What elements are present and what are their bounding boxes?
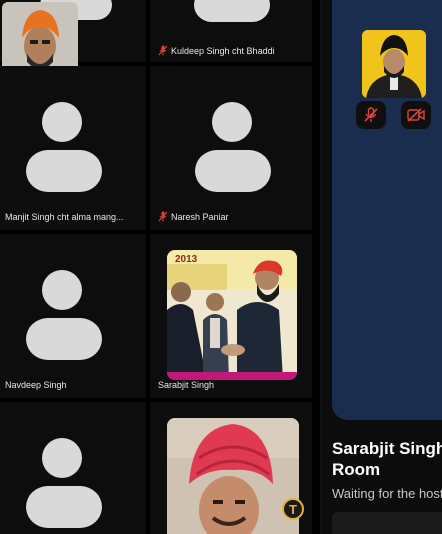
participant-grid: Kuldeep Singh cht Bhaddi Manjit Singh ch… [0,0,320,534]
avatar [212,102,252,142]
join-button[interactable] [332,512,442,534]
video-off-icon [407,108,425,122]
participant-name: Sarabjit Singh [158,380,215,390]
participant-video-image [167,418,299,534]
host-photo [362,30,426,98]
mic-off-icon [364,107,378,122]
participant-tile-sarabjit[interactable]: 2013 Sarabjit Singh [150,234,312,398]
mic-off-icon [158,45,168,56]
participant-tile-navdeep[interactable]: Navdeep Singh [0,234,146,398]
avatar-body [26,318,102,360]
avatar-body [26,150,102,192]
room-status: Waiting for the host [332,486,442,501]
meeting-room-panel: Sarabjit Singh Room Waiting for the host [322,0,442,534]
participant-tile-unnamed[interactable] [0,402,146,534]
mute-button[interactable] [356,101,386,129]
avatar [42,270,82,310]
room-title: Sarabjit Singh Room [332,439,442,479]
participant-photo: 2013 [167,250,297,380]
host-avatar [362,30,426,98]
avatar [194,0,270,22]
t-badge-icon[interactable]: T [282,498,304,520]
mic-off-icon [158,211,168,222]
participant-tile-manjit[interactable]: Manjit Singh cht alma mang... [0,66,146,230]
participant-name: Naresh Paniar [158,211,229,222]
svg-text:2013: 2013 [175,254,198,265]
avatar-body [26,486,102,528]
participant-tile-kuldeep[interactable]: Kuldeep Singh cht Bhaddi [150,0,312,62]
participant-name: Manjit Singh cht alma mang... [5,212,124,222]
avatar-body [195,150,271,192]
participant-tile-naresh[interactable]: Naresh Paniar [150,66,312,230]
video-toggle-button[interactable] [401,101,431,129]
avatar [42,438,82,478]
participant-video [167,418,299,534]
participant-name: Kuldeep Singh cht Bhaddi [158,45,275,56]
participant-name: Navdeep Singh [5,380,67,390]
handshake-photo: 2013 [167,250,297,380]
avatar [42,102,82,142]
